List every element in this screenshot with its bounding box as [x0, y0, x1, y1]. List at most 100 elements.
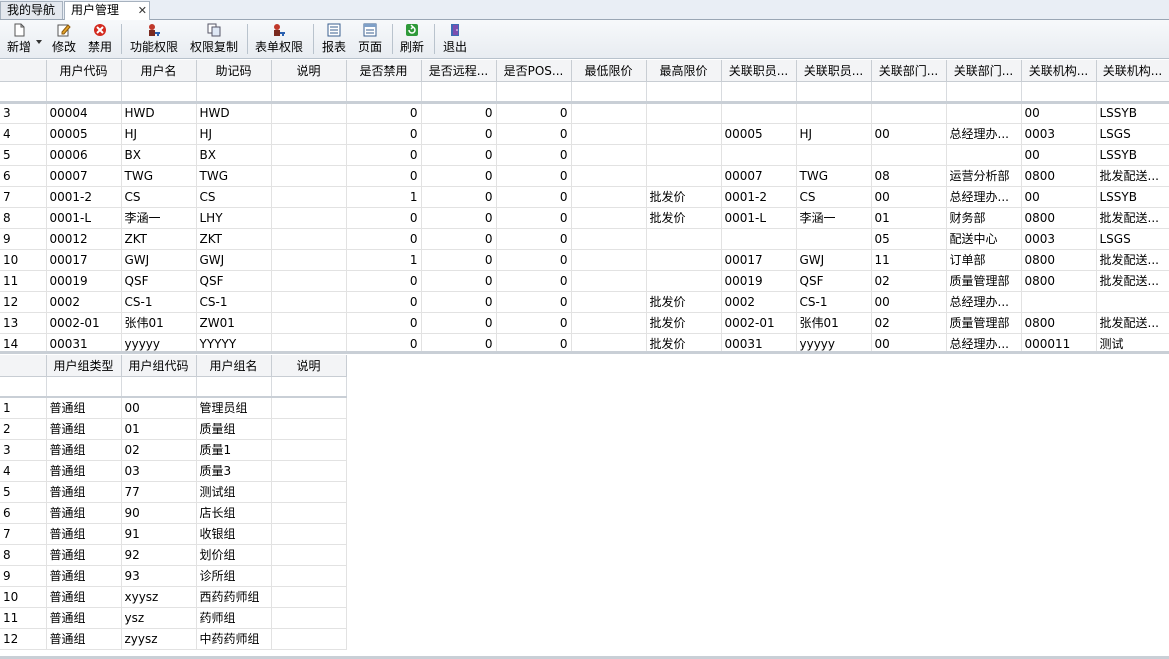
- user-cell[interactable]: 00: [871, 186, 947, 208]
- group-cell[interactable]: 诊所组: [196, 565, 272, 587]
- user-cell[interactable]: [571, 291, 647, 313]
- user-column-header[interactable]: 最低限价: [571, 60, 647, 82]
- user-cell[interactable]: GWJ: [196, 249, 272, 271]
- user-cell[interactable]: 00007: [721, 165, 797, 187]
- user-column-header[interactable]: 是否POS...: [496, 60, 572, 82]
- user-cell[interactable]: 运营分析部: [946, 165, 1022, 187]
- user-cell[interactable]: CS: [796, 186, 872, 208]
- group-cell[interactable]: [271, 502, 347, 524]
- user-cell[interactable]: 0: [421, 102, 497, 124]
- user-cell[interactable]: 0: [496, 123, 572, 145]
- group-cell[interactable]: 普通组: [46, 544, 122, 566]
- group-cell[interactable]: [271, 586, 347, 608]
- user-cell[interactable]: 0800: [1021, 165, 1097, 187]
- close-icon[interactable]: ✕: [138, 2, 147, 19]
- user-cell[interactable]: 0: [421, 228, 497, 250]
- user-cell[interactable]: 李涵一: [121, 207, 197, 229]
- group-column-header[interactable]: 用户组类型: [46, 355, 122, 377]
- group-cell[interactable]: 管理员组: [196, 397, 272, 419]
- user-filter-cell[interactable]: [1021, 81, 1097, 104]
- user-cell[interactable]: [646, 249, 722, 271]
- user-cell[interactable]: 0: [346, 333, 422, 351]
- group-cell[interactable]: 划价组: [196, 544, 272, 566]
- user-cell[interactable]: [571, 102, 647, 124]
- user-cell[interactable]: 测试: [1096, 333, 1169, 351]
- group-cell[interactable]: 03: [121, 460, 197, 482]
- user-cell[interactable]: 0800: [1021, 270, 1097, 292]
- user-cell[interactable]: 0: [496, 165, 572, 187]
- group-cell[interactable]: 普通组: [46, 565, 122, 587]
- user-cell[interactable]: 0: [496, 291, 572, 313]
- tab-user-management[interactable]: 用户管理 ✕: [64, 1, 150, 20]
- user-filter-cell[interactable]: [271, 81, 347, 104]
- group-cell[interactable]: 93: [121, 565, 197, 587]
- user-cell[interactable]: 00: [871, 123, 947, 145]
- user-cell[interactable]: [271, 186, 347, 208]
- group-cell[interactable]: 质量组: [196, 418, 272, 440]
- user-filter-cell[interactable]: [571, 81, 647, 104]
- user-cell[interactable]: 00017: [721, 249, 797, 271]
- user-cell[interactable]: 0: [421, 186, 497, 208]
- user-cell[interactable]: 批发配送...: [1096, 165, 1169, 187]
- group-row[interactable]: 12 普通组 zyysz 中药药师组: [0, 628, 347, 650]
- user-row[interactable]: 6 00007 TWG TWG 0 0 0 00007 TWG 08 运营分析部 0800 批发配送..…: [0, 165, 1169, 187]
- user-cell[interactable]: 批发配送...: [1096, 270, 1169, 292]
- group-row[interactable]: 9 普通组 93 诊所组: [0, 565, 347, 587]
- user-column-header[interactable]: 用户代码: [46, 60, 122, 82]
- user-cell[interactable]: CS-1: [196, 291, 272, 313]
- disable-button[interactable]: 禁用: [86, 22, 114, 56]
- user-cell[interactable]: [271, 291, 347, 313]
- user-cell[interactable]: 0: [346, 312, 422, 334]
- group-row[interactable]: 5 普通组 77 测试组: [0, 481, 347, 503]
- user-row[interactable]: 14 00031 yyyyy YYYYY 0 0 0 批发价 00031 yyyyy 00 总经理办.…: [0, 333, 1169, 351]
- user-cell[interactable]: 00012: [46, 228, 122, 250]
- user-cell[interactable]: 0001-2: [46, 186, 122, 208]
- user-cell[interactable]: 批发配送...: [1096, 249, 1169, 271]
- user-row[interactable]: 9 00012 ZKT ZKT 0 0 0 05 配送中心 0003 LSGS: [0, 228, 1169, 250]
- user-cell[interactable]: LHY: [196, 207, 272, 229]
- user-cell[interactable]: GWJ: [796, 249, 872, 271]
- group-filter-cell[interactable]: [121, 376, 197, 398]
- group-cell[interactable]: 质量1: [196, 439, 272, 461]
- group-cell[interactable]: 普通组: [46, 397, 122, 419]
- user-cell[interactable]: 0003: [1021, 228, 1097, 250]
- user-cell[interactable]: BX: [196, 144, 272, 166]
- user-cell[interactable]: 张伟01: [796, 312, 872, 334]
- user-groups-grid[interactable]: 用户组类型 用户组代码 用户组名 说明 1 普通组 00 管理员组 2 普通组 01 质量组 3 普通组 0…: [0, 355, 347, 650]
- user-cell[interactable]: 总经理办...: [946, 123, 1022, 145]
- user-cell[interactable]: yyyyy: [796, 333, 872, 351]
- user-cell[interactable]: 0002-01: [46, 312, 122, 334]
- group-cell[interactable]: 测试组: [196, 481, 272, 503]
- user-cell[interactable]: 批发价: [646, 312, 722, 334]
- user-cell[interactable]: YYYYY: [196, 333, 272, 351]
- user-cell[interactable]: 1: [346, 249, 422, 271]
- user-cell[interactable]: 0: [346, 144, 422, 166]
- group-row[interactable]: 11 普通组 ysz 药师组: [0, 607, 347, 629]
- user-cell[interactable]: 00: [871, 333, 947, 351]
- user-cell[interactable]: 批发配送...: [1096, 207, 1169, 229]
- group-filter-cell[interactable]: [46, 376, 122, 398]
- group-cell[interactable]: [271, 481, 347, 503]
- page-button[interactable]: 页面: [354, 22, 386, 56]
- user-cell[interactable]: [271, 102, 347, 124]
- group-column-header[interactable]: 用户组名: [196, 355, 272, 377]
- user-cell[interactable]: 00006: [46, 144, 122, 166]
- user-cell[interactable]: CS-1: [796, 291, 872, 313]
- user-cell[interactable]: 0: [421, 207, 497, 229]
- user-row[interactable]: 4 00005 HJ HJ 0 0 0 00005 HJ 00 总经理办... 0003 LSGS: [0, 123, 1169, 145]
- user-cell[interactable]: HWD: [196, 102, 272, 124]
- group-cell[interactable]: [271, 565, 347, 587]
- user-column-header[interactable]: 关联部门...: [946, 60, 1022, 82]
- user-cell[interactable]: 00005: [721, 123, 797, 145]
- user-cell[interactable]: 00: [1021, 102, 1097, 124]
- user-cell[interactable]: [571, 207, 647, 229]
- group-cell[interactable]: [271, 628, 347, 650]
- user-cell[interactable]: 批发价: [646, 333, 722, 351]
- user-cell[interactable]: 00007: [46, 165, 122, 187]
- user-filter-cell[interactable]: [196, 81, 272, 104]
- user-cell[interactable]: CS: [196, 186, 272, 208]
- user-filter-cell[interactable]: [46, 81, 122, 104]
- user-filter-cell[interactable]: [1096, 81, 1169, 104]
- group-cell[interactable]: 普通组: [46, 439, 122, 461]
- user-cell[interactable]: 0800: [1021, 249, 1097, 271]
